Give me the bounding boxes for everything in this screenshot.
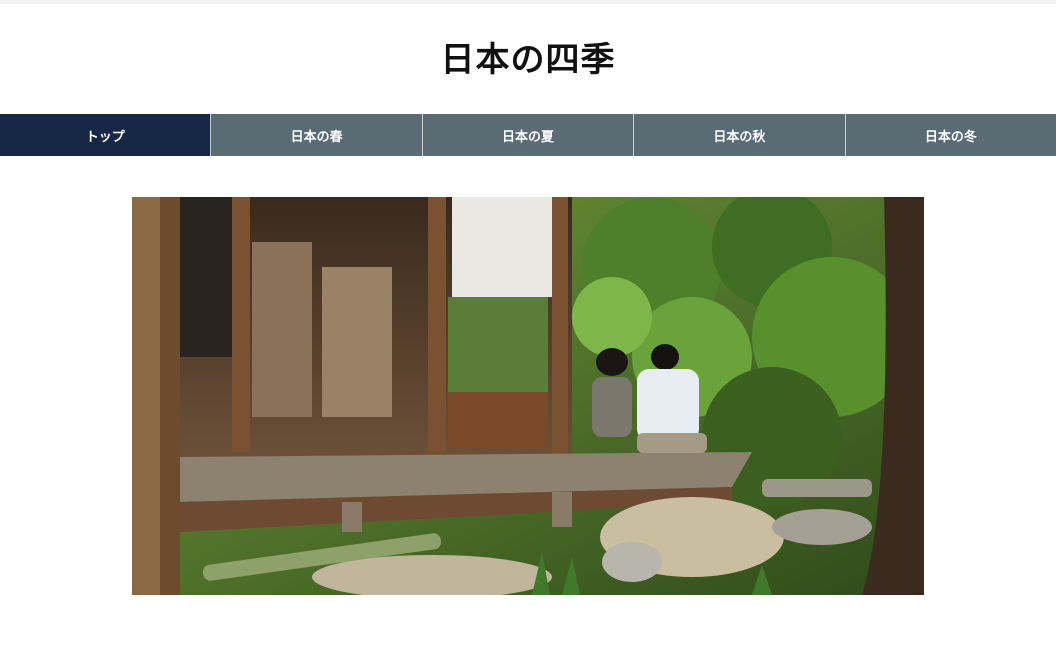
nav-item-label: トップ	[85, 129, 125, 145]
main-navigation: トップ 日本の春 日本の夏 日本の秋 日本の冬	[0, 114, 1056, 156]
nav-item-label: 日本の夏	[502, 129, 555, 145]
nav-item-top[interactable]: トップ	[0, 114, 212, 156]
nav-item-label: 日本の冬	[924, 129, 977, 145]
nav-item-label: 日本の春	[290, 129, 343, 145]
nav-item-autumn[interactable]: 日本の秋	[634, 114, 846, 156]
top-divider	[0, 0, 1056, 4]
nav-item-label: 日本の秋	[713, 129, 766, 145]
hero-image	[132, 197, 924, 595]
nav-item-summer[interactable]: 日本の夏	[422, 114, 635, 156]
nav-item-spring[interactable]: 日本の春	[211, 114, 423, 156]
nav-item-winter[interactable]: 日本の冬	[845, 114, 1056, 156]
page-title: 日本の四季	[440, 40, 616, 80]
